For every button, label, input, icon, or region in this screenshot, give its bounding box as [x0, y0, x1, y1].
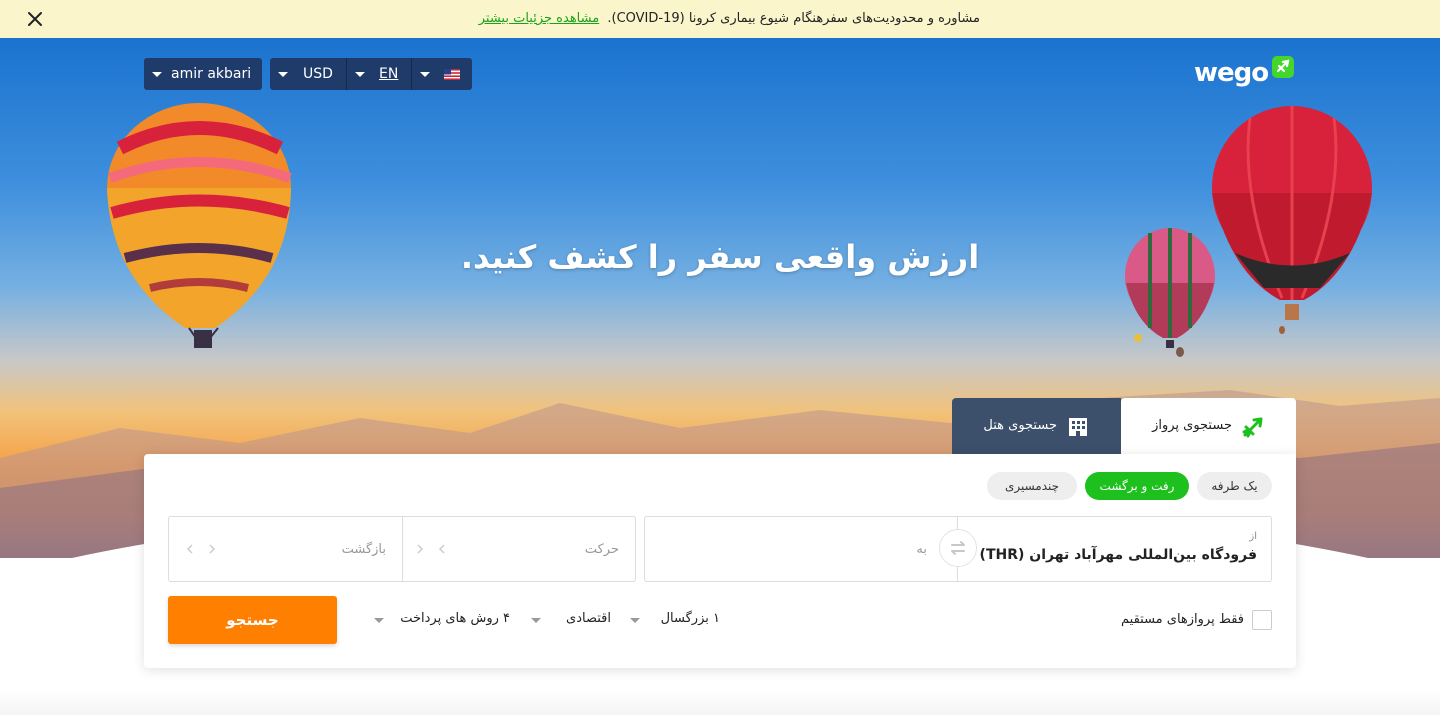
notice-message: مشاوره و محدودیت‌های سفرهنگام شیوع بیمار…: [607, 11, 980, 26]
page-bottom-strip: [0, 690, 1440, 715]
currency-selector[interactable]: USD: [270, 58, 346, 90]
tab-hotel-label: جستجوی هتل: [983, 418, 1057, 433]
origin-label: از: [1249, 531, 1257, 542]
date-fields: حرکت بازگشت: [168, 516, 636, 582]
user-name: amir akbari: [171, 66, 252, 82]
swap-route-button[interactable]: [939, 529, 977, 567]
hero-title: ارزش واقعی سفر را کشف کنید.: [460, 238, 980, 276]
passengers-dropdown[interactable]: ۱ بزرگسال: [630, 603, 720, 637]
tab-flight-search[interactable]: جستجوی پرواز: [1121, 398, 1296, 454]
notice-details-link[interactable]: مشاهده جزئیات بیشتر: [479, 11, 599, 26]
search-button[interactable]: جستجو: [168, 596, 337, 644]
chevron-left-icon[interactable]: [185, 544, 195, 554]
payment-methods-value: ۴ روش های پرداخت: [400, 611, 510, 626]
passengers-value: ۱ بزرگسال: [660, 611, 720, 626]
cabin-class-value: اقتصادی: [566, 611, 611, 626]
user-menu-button[interactable]: amir akbari: [144, 58, 262, 90]
covid-notice-bar: مشاوره و محدودیت‌های سفرهنگام شیوع بیمار…: [0, 0, 1440, 38]
departure-date-field[interactable]: حرکت: [401, 517, 635, 581]
chevron-down-icon: [355, 72, 365, 77]
return-date-placeholder: بازگشت: [341, 542, 386, 557]
wego-logo[interactable]: wego: [1194, 54, 1298, 96]
us-flag-icon: [444, 69, 460, 80]
chevron-left-icon[interactable]: [437, 544, 447, 554]
notice-text: مشاوره و محدودیت‌های سفرهنگام شیوع بیمار…: [479, 11, 980, 26]
building-icon: [1069, 418, 1087, 436]
close-icon[interactable]: [24, 8, 46, 30]
chevron-down-icon: [152, 72, 162, 77]
swap-icon: [951, 541, 965, 555]
destination-field[interactable]: به: [645, 517, 958, 581]
country-selector[interactable]: [412, 58, 472, 90]
chevron-down-icon: [278, 72, 288, 77]
chevron-down-icon: [630, 618, 640, 623]
chevron-right-icon[interactable]: [415, 544, 425, 554]
departure-date-placeholder: حرکت: [584, 542, 619, 557]
direct-flights-checkbox[interactable]: [1252, 610, 1272, 630]
chevron-down-icon: [531, 618, 541, 623]
payment-methods-dropdown[interactable]: ۴ روش های پرداخت: [374, 603, 510, 637]
logo-plane-icon: [1272, 56, 1294, 78]
route-fields: از فرودگاه بین‌المللی مهرآباد تهران (THR…: [644, 516, 1272, 582]
direct-flights-label: فقط پروازهای مستقیم: [1121, 612, 1244, 627]
trip-type-one-way[interactable]: یک طرفه: [1197, 472, 1272, 500]
currency-label: USD: [303, 66, 333, 82]
origin-value: فرودگاه بین‌المللی مهرآباد تهران (THR): [979, 547, 1257, 563]
origin-field[interactable]: از فرودگاه بین‌المللی مهرآباد تهران (THR…: [957, 517, 1271, 581]
destination-placeholder: به: [916, 542, 927, 557]
chevron-down-icon: [374, 618, 384, 623]
cabin-class-dropdown[interactable]: اقتصادی: [531, 603, 611, 637]
airplane-icon: [1242, 417, 1263, 438]
logo-text: wego: [1194, 58, 1269, 88]
flight-search-panel: یک طرفه رفت و برگشت چندمسیری از فرودگاه …: [144, 454, 1296, 668]
tab-flight-label: جستجوی پرواز: [1152, 418, 1232, 433]
trip-type-round-trip[interactable]: رفت و برگشت: [1085, 472, 1189, 500]
chevron-down-icon: [420, 72, 430, 77]
trip-type-multi-city[interactable]: چندمسیری: [987, 472, 1077, 500]
chevron-right-icon[interactable]: [207, 544, 217, 554]
tab-hotel-search[interactable]: جستجوی هتل: [952, 398, 1121, 454]
language-selector[interactable]: EN: [347, 58, 411, 90]
language-label: EN: [379, 66, 399, 82]
return-date-field[interactable]: بازگشت: [169, 517, 403, 581]
